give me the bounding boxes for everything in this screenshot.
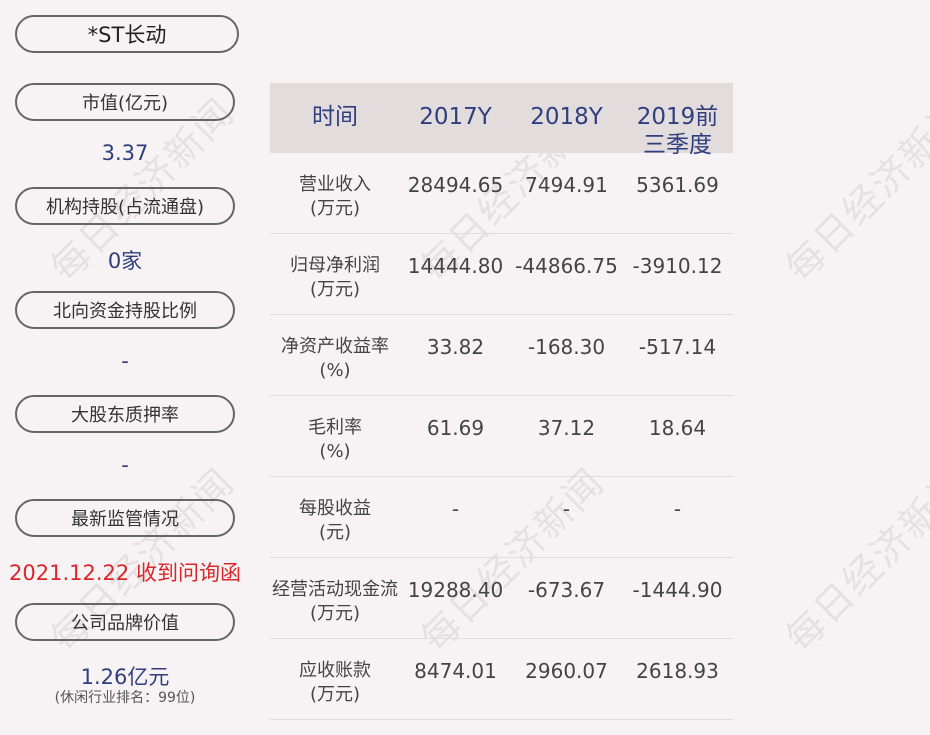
row-unit: (万元) [309, 198, 361, 219]
row-unit: (%) [319, 360, 351, 381]
cell-value: 7494.91 [525, 173, 608, 197]
cell-value: -1444.90 [632, 578, 723, 602]
cell-value: -517.14 [638, 335, 717, 359]
row-unit: (元) [318, 522, 352, 543]
row-name: 营业收入 [299, 174, 371, 195]
watermark: 每日经济新闻 [777, 89, 930, 291]
header-2018: 2018Y [530, 104, 603, 130]
cell-value: -44866.75 [515, 254, 618, 278]
row-name: 经营活动现金流 [272, 579, 398, 600]
table-header: 时间 2017Y 2018Y 2019前三季度 [270, 83, 733, 158]
cell-value: 19288.40 [407, 578, 504, 602]
cell-value: 61.69 [426, 416, 485, 440]
cell-value: 14444.80 [407, 254, 504, 278]
cell-value: 18.64 [648, 416, 707, 440]
header-time: 时间 [312, 104, 358, 130]
cell-value: 37.12 [537, 416, 596, 440]
cell-value: - [562, 497, 571, 521]
market-cap-value: 3.37 [101, 141, 149, 165]
regulation-status-value: 2021.12.22 收到问询函 [9, 561, 241, 585]
table-row: 每股收益 (元) - - - [270, 477, 733, 558]
watermark: 每日经济新闻 [777, 459, 930, 661]
header-2017: 2017Y [419, 104, 492, 130]
table-row: 净资产收益率 (%) 33.82 -168.30 -517.14 [270, 315, 733, 396]
cell-value: 8474.01 [414, 659, 497, 683]
row-unit: (万元) [309, 279, 361, 300]
cell-value: 28494.65 [407, 173, 504, 197]
cell-value: 33.82 [426, 335, 485, 359]
table-row: 应收账款 (万元) 8474.01 2960.07 2618.93 [270, 639, 733, 720]
row-name: 归母净利润 [290, 255, 380, 276]
table-row: 经营活动现金流 (万元) 19288.40 -673.67 -1444.90 [270, 558, 733, 639]
stock-summary-card: 每日经济新闻 每日经济新闻 每日经济新闻 每日经济新闻 每日经济新闻 每日经济新… [0, 0, 930, 735]
northbound-ratio-value: - [121, 349, 129, 373]
cell-value: 2960.07 [525, 659, 608, 683]
institution-holding-label: 机构持股(占流通盘) [15, 187, 235, 225]
table-row: 毛利率 (%) 61.69 37.12 18.64 [270, 396, 733, 477]
cell-value: -168.30 [527, 335, 606, 359]
row-unit: (%) [319, 441, 351, 462]
row-name: 每股收益 [299, 498, 371, 519]
row-unit: (万元) [309, 684, 361, 705]
row-name: 应收账款 [299, 660, 371, 681]
table-row: 归母净利润 (万元) 14444.80 -44866.75 -3910.12 [270, 234, 733, 315]
pledge-rate-label: 大股东质押率 [15, 395, 235, 433]
institution-holding-value: 0家 [107, 249, 143, 273]
brand-rank-note: (休闲行业排名：99位) [54, 690, 196, 706]
cell-value: -3910.12 [632, 254, 723, 278]
table-row: 营业收入 (万元) 28494.65 7494.91 5361.69 [270, 153, 733, 234]
header-2019q3: 2019前三季度 [636, 104, 719, 158]
market-cap-label: 市值(亿元) [15, 83, 235, 121]
cell-value: - [451, 497, 460, 521]
brand-value-label: 公司品牌价值 [15, 603, 235, 641]
row-name: 净资产收益率 [281, 336, 389, 357]
row-name: 毛利率 [308, 417, 362, 438]
cell-value: -673.67 [527, 578, 606, 602]
row-unit: (万元) [309, 603, 361, 624]
cell-value: - [673, 497, 682, 521]
cell-value: 2618.93 [636, 659, 719, 683]
regulation-status-label: 最新监管情况 [15, 499, 235, 537]
cell-value: 5361.69 [636, 173, 719, 197]
pledge-rate-value: - [121, 453, 129, 477]
northbound-ratio-label: 北向资金持股比例 [15, 291, 235, 329]
financial-table: 时间 2017Y 2018Y 2019前三季度 营业收入 (万元) 28494.6… [270, 83, 733, 720]
company-name-badge: *ST长动 [15, 15, 239, 53]
